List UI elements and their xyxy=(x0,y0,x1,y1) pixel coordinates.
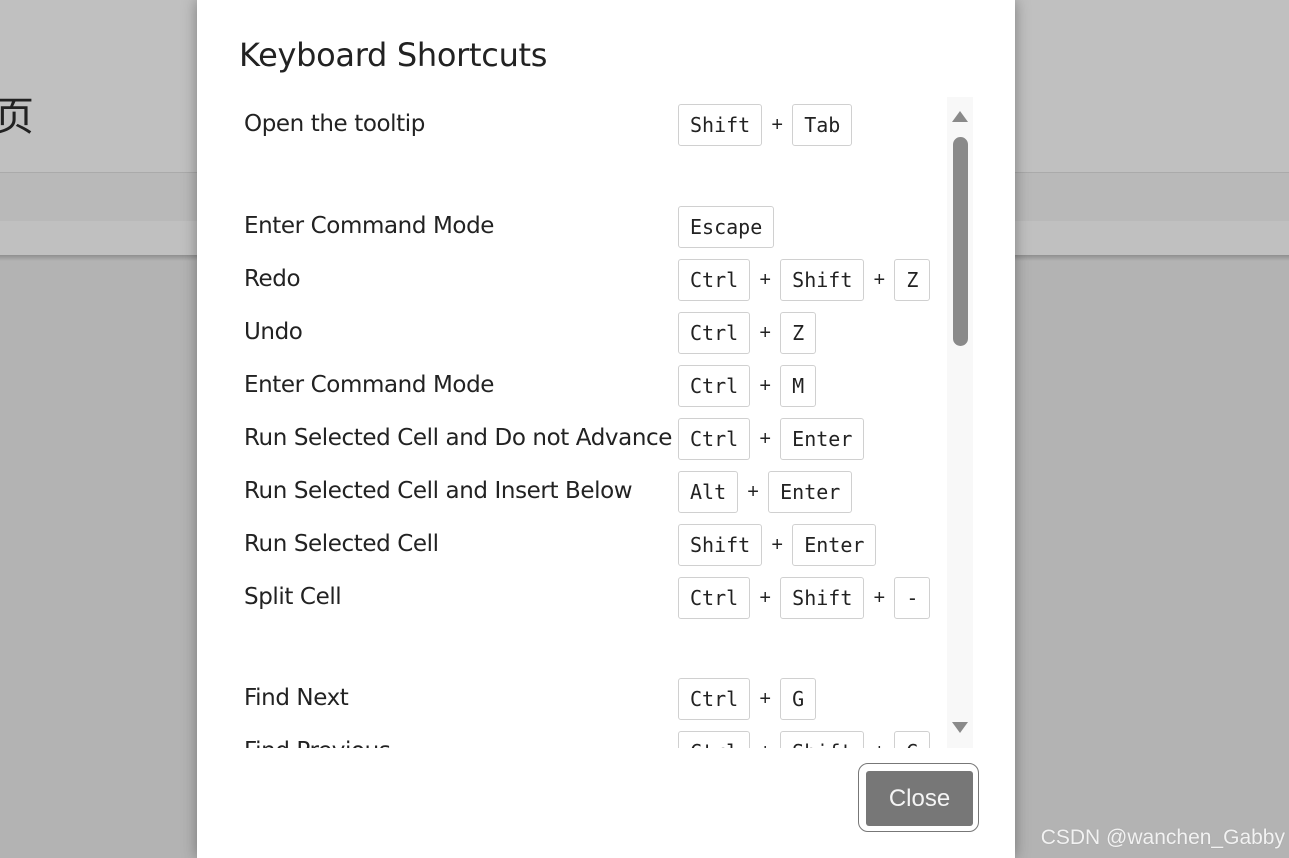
watermark: CSDN @wanchen_Gabby xyxy=(1040,826,1285,849)
shortcut-keys: Ctrl + Enter xyxy=(678,417,865,461)
shortcut-label: Run Selected Cell and Insert Below xyxy=(244,478,633,504)
scrollbar[interactable] xyxy=(947,97,973,748)
key-cap: G xyxy=(780,678,817,720)
shortcut-label: Split Cell xyxy=(244,584,342,610)
plus-separator: + xyxy=(771,533,784,556)
key-cap: G xyxy=(894,731,931,748)
key-cap: Enter xyxy=(780,418,865,460)
plus-separator: + xyxy=(759,268,772,291)
key-cap: Shift xyxy=(780,259,865,301)
shortcut-row: Find Next Ctrl + G xyxy=(197,677,947,721)
shortcut-row: Open the tooltip Shift + Tab xyxy=(197,103,947,147)
shortcut-label: Find Previous xyxy=(244,738,391,748)
key-cap: Enter xyxy=(768,471,853,513)
key-cap: Ctrl xyxy=(678,365,751,407)
shortcut-row: Run Selected Cell and Do not Advance Ctrl… xyxy=(197,417,947,461)
shortcut-row: Enter Command Mode Ctrl + M xyxy=(197,364,947,408)
scrollbar-thumb[interactable] xyxy=(953,137,968,346)
key-cap: Enter xyxy=(792,524,877,566)
shortcut-label: Find Next xyxy=(244,685,349,711)
key-cap: Alt xyxy=(678,471,739,513)
key-cap: Ctrl xyxy=(678,731,751,748)
scroll-down-arrow-icon[interactable] xyxy=(952,722,968,733)
shortcut-label: Enter Command Mode xyxy=(244,372,495,398)
plus-separator: + xyxy=(759,427,772,450)
shortcut-label: Enter Command Mode xyxy=(244,213,495,239)
key-cap: Z xyxy=(894,259,931,301)
shortcut-label: Open the tooltip xyxy=(244,111,425,137)
plus-separator: + xyxy=(759,687,772,710)
key-cap: Escape xyxy=(678,206,775,248)
key-cap: Ctrl xyxy=(678,259,751,301)
dialog-title: Keyboard Shortcuts xyxy=(239,36,548,74)
plus-separator: + xyxy=(873,586,886,609)
plus-separator: + xyxy=(759,321,772,344)
close-button-focus-ring: Close xyxy=(858,763,979,832)
shortcut-label: Redo xyxy=(244,266,301,292)
shortcut-keys: Ctrl + Z xyxy=(678,311,817,355)
key-cap: M xyxy=(780,365,817,407)
plus-separator: + xyxy=(771,113,784,136)
shortcut-keys: Alt + Enter xyxy=(678,470,853,514)
shortcut-keys: Ctrl + Shift + Z xyxy=(678,258,931,302)
plus-separator: + xyxy=(873,268,886,291)
shortcut-list: Open the tooltip Shift + Tab Enter Command M… xyxy=(197,97,947,748)
shortcut-keys: Ctrl+Shift+G xyxy=(678,730,931,749)
key-cap: Shift xyxy=(780,577,865,619)
close-button[interactable]: Close xyxy=(866,771,973,826)
scroll-up-arrow-icon[interactable] xyxy=(952,111,968,122)
plus-separator: + xyxy=(747,480,759,503)
plus-separator: + xyxy=(864,741,894,749)
shortcut-row: Find PreviousCtrl+Shift+G xyxy=(197,730,947,748)
key-cap: Ctrl xyxy=(678,577,751,619)
shortcut-keys: Ctrl + G xyxy=(678,677,817,721)
key-cap: Ctrl xyxy=(678,418,751,460)
shortcut-label: Undo xyxy=(244,319,303,345)
key-cap: - xyxy=(894,577,931,619)
shortcut-row: Enter Command Mode Escape xyxy=(197,205,947,249)
shortcut-row: Run Selected Cell and Insert Below Alt + En… xyxy=(197,470,947,514)
key-cap: Ctrl xyxy=(678,312,751,354)
background-logo-text: 页 xyxy=(0,94,34,140)
shortcut-keys: Ctrl + Shift + - xyxy=(678,576,931,620)
plus-separator: + xyxy=(759,374,772,397)
shortcut-label: Run Selected Cell and Do not Advance xyxy=(244,425,672,451)
shortcut-label: Run Selected Cell xyxy=(244,531,439,557)
shortcut-row: Redo Ctrl + Shift + Z xyxy=(197,258,947,302)
plus-separator: + xyxy=(759,586,772,609)
shortcut-row: Split Cell Ctrl + Shift + - xyxy=(197,576,947,620)
shortcut-row: Run Selected Cell Shift + Enter xyxy=(197,523,947,567)
key-cap: Shift xyxy=(780,731,865,748)
keyboard-shortcuts-dialog: Keyboard Shortcuts Open the tooltip Shift… xyxy=(197,0,1015,858)
key-cap: Tab xyxy=(792,104,853,146)
key-cap: Z xyxy=(780,312,817,354)
key-cap: Shift xyxy=(678,524,763,566)
shortcut-keys: Escape xyxy=(678,205,775,249)
shortcut-keys: Shift + Tab xyxy=(678,103,853,147)
shortcut-keys: Shift + Enter xyxy=(678,523,877,567)
shortcut-row: Undo Ctrl + Z xyxy=(197,311,947,355)
key-cap: Ctrl xyxy=(678,678,751,720)
key-cap: Shift xyxy=(678,104,763,146)
plus-separator: + xyxy=(750,741,780,749)
shortcut-keys: Ctrl + M xyxy=(678,364,817,408)
